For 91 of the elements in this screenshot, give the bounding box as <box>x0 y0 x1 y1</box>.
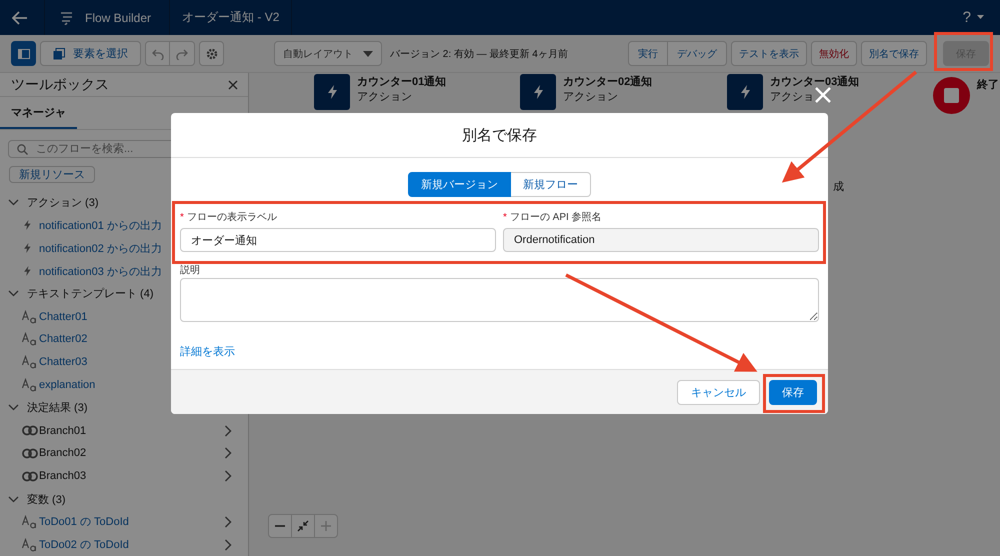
action-node[interactable] <box>520 74 556 110</box>
bolt-icon <box>22 264 32 278</box>
zoom-in-icon <box>320 520 332 532</box>
show-details-link[interactable]: 詳細を表示 <box>180 344 235 359</box>
toolbar-button[interactable]: 無効化 <box>811 41 857 66</box>
select-icon <box>53 48 65 60</box>
resource-item[interactable]: Branch02 <box>39 447 86 460</box>
back-icon[interactable] <box>12 10 28 24</box>
node-type: アクショ <box>770 90 814 104</box>
chevron-right-icon[interactable] <box>224 470 232 482</box>
resource-item[interactable]: notification01 からの出力 <box>39 218 162 233</box>
field-label: * フローの表示ラベル <box>180 210 278 224</box>
text-field[interactable]: オーダー通知 <box>180 228 496 252</box>
cancel-button[interactable]: キャンセル <box>677 380 760 404</box>
flow-logo-icon <box>59 10 75 24</box>
text-template-icon <box>22 355 38 370</box>
fit-view-button[interactable] <box>291 514 315 538</box>
linked-circles-icon <box>22 425 38 436</box>
resource-item[interactable]: Chatter02 <box>39 333 88 346</box>
resource-item[interactable]: notification02 からの出力 <box>39 240 162 256</box>
app-title: Flow Builder <box>85 10 152 24</box>
caret-icon <box>363 50 373 56</box>
version-info: バージョン 2: 有効 — 最終更新 4ヶ月前 <box>390 48 568 60</box>
action-node[interactable] <box>727 74 763 110</box>
flow-name: オーダー通知 - V2 <box>182 9 280 26</box>
resource-item[interactable]: ToDo01 の ToDoId <box>39 514 129 530</box>
bolt-icon <box>22 218 32 232</box>
field-label: * フローの API 参照名 <box>503 210 603 224</box>
end-node[interactable] <box>933 77 970 114</box>
sidebar-icon <box>18 48 30 58</box>
node-title: カウンター03通知 <box>770 74 860 89</box>
settings-icon <box>206 48 218 60</box>
text-template-icon <box>22 378 38 392</box>
mode-tab[interactable]: 新規フロー <box>511 172 591 197</box>
toolbar-button[interactable]: テストを表示 <box>731 41 807 66</box>
redo-button[interactable] <box>170 41 195 66</box>
undo-button[interactable] <box>145 41 170 66</box>
variable-icon <box>22 538 38 552</box>
tree-section[interactable]: 変数 (3) <box>0 488 248 510</box>
variable-icon <box>22 514 38 529</box>
chevron-right-icon[interactable] <box>224 424 232 437</box>
tree-section[interactable]: 決定結果 (3) <box>0 396 248 420</box>
canvas-label: 成 <box>833 180 844 194</box>
resource-item[interactable]: ToDo02 の ToDoId <box>39 537 129 552</box>
toolbar-button[interactable]: デバッグ <box>668 41 727 66</box>
select-elements-button[interactable]: 要素を選択 <box>40 41 141 66</box>
annotation-box <box>763 374 825 413</box>
save-button[interactable]: 保存 <box>769 380 817 404</box>
redo-icon <box>176 48 188 60</box>
toolbar-button[interactable]: 実行 <box>628 41 668 66</box>
text-template-icon <box>22 332 38 346</box>
caret-icon <box>977 15 984 20</box>
resource-item[interactable]: Chatter03 <box>39 356 88 368</box>
node-type: アクション <box>357 90 412 104</box>
close-icon[interactable] <box>228 80 238 90</box>
node-title: カウンター01通知 <box>357 74 446 89</box>
shrink-arrows-icon <box>297 520 309 532</box>
node-title: カウンター02通知 <box>563 74 652 89</box>
text-template-icon <box>22 310 38 324</box>
new-resource-button[interactable]: 新規リソース <box>9 166 95 184</box>
resource-item[interactable]: explanation <box>39 379 96 392</box>
search-icon <box>17 144 28 155</box>
chevron-right-icon[interactable] <box>224 447 232 460</box>
description-field[interactable] <box>180 278 819 322</box>
action-node[interactable] <box>314 74 350 110</box>
tree-section[interactable]: テキストテンプレート (4) <box>0 282 248 306</box>
mode-tab[interactable]: 新規バージョン <box>408 172 511 197</box>
undo-icon <box>152 48 164 60</box>
zoom-out-button[interactable] <box>268 514 292 538</box>
panel-tab[interactable]: マネージャ <box>0 97 77 130</box>
chevron-down-icon <box>8 494 19 504</box>
linked-circles-icon <box>22 470 38 482</box>
field-label: 説明 <box>180 264 200 277</box>
resource-item[interactable]: notification03 からの出力 <box>39 264 162 279</box>
panel-toggle-button[interactable] <box>11 41 36 66</box>
chevron-right-icon[interactable] <box>224 516 232 528</box>
resource-item[interactable]: Chatter01 <box>39 310 88 323</box>
panel-title: ツールボックス <box>11 76 109 94</box>
chevron-right-icon[interactable] <box>224 538 232 551</box>
resource-item[interactable]: Branch01 <box>39 424 86 437</box>
help-menu[interactable]: ? <box>962 9 984 26</box>
annotation-box <box>934 32 993 71</box>
dialog-title: 別名で保存 <box>462 126 537 144</box>
layout-dropdown[interactable]: 自動レイアウト <box>274 41 382 66</box>
linked-circles-icon <box>22 448 38 459</box>
node-type: アクション <box>563 90 618 104</box>
node-title: 終了 <box>977 78 999 93</box>
toolbar-button[interactable]: 別名で保存 <box>861 41 927 66</box>
bolt-icon <box>22 241 32 256</box>
resource-item[interactable]: Branch03 <box>39 470 86 482</box>
settings-button[interactable] <box>199 41 224 66</box>
